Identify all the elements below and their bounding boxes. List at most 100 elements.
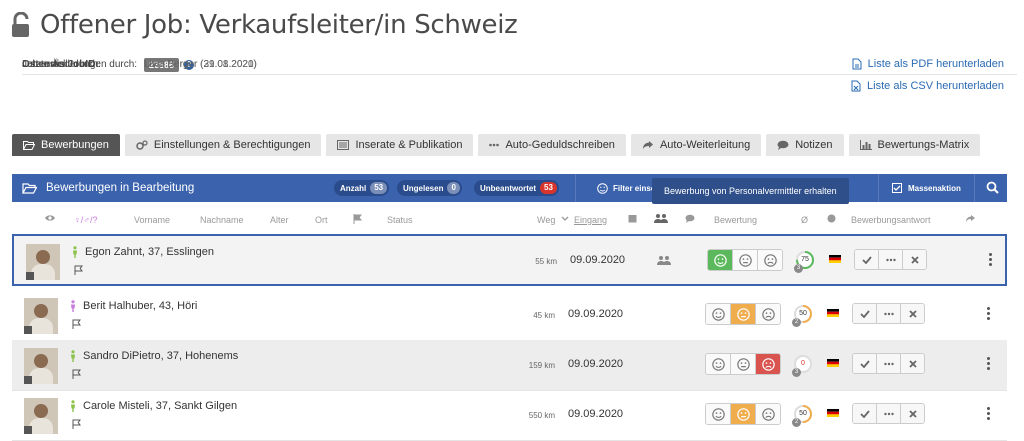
rating-buttons	[705, 403, 781, 425]
male-icon	[71, 400, 75, 412]
col-answer[interactable]: Bewerbungsantwort	[851, 215, 931, 225]
document-icon[interactable]	[24, 426, 32, 434]
ellipsis-icon	[489, 143, 500, 147]
rating-bad-button[interactable]	[756, 304, 780, 324]
tab-auto-weiterleitung[interactable]: Auto-Weiterleitung	[630, 134, 762, 156]
comment-icon[interactable]	[685, 214, 695, 225]
rating-good-button[interactable]	[706, 354, 731, 374]
tab-notizen[interactable]: Notizen	[766, 134, 844, 156]
col-received[interactable]: Eingang	[574, 215, 607, 225]
flag-icon[interactable]	[72, 369, 82, 379]
distance: 550 km	[528, 411, 555, 420]
reject-button[interactable]	[901, 354, 924, 373]
applicant-name[interactable]: Egon Zahnt, 37, Esslingen	[72, 246, 214, 258]
rating-neutral-button[interactable]	[731, 404, 756, 424]
total-count-badge[interactable]: Anzahl 53	[334, 180, 390, 196]
reject-button[interactable]	[901, 304, 924, 323]
rating-count: 3	[794, 264, 803, 273]
share-icon[interactable]	[965, 214, 976, 225]
flag-icon[interactable]	[353, 214, 363, 226]
tab-auto-geduldschreiben[interactable]: Auto-Geduldschreiben	[478, 134, 626, 156]
chevron-down-icon[interactable]	[561, 214, 569, 224]
group-icon[interactable]	[654, 213, 668, 225]
col-place[interactable]: Ort	[315, 215, 328, 225]
accept-button[interactable]	[853, 354, 877, 373]
flag-icon[interactable]	[72, 419, 82, 429]
avatar[interactable]	[24, 298, 58, 334]
score-value: 50	[799, 310, 807, 317]
more-button[interactable]	[877, 404, 901, 423]
column-header: ♀/♂/? Vorname Nachname Alter Ort Status …	[12, 206, 1007, 232]
download-csv-link[interactable]: Liste als CSV herunterladen	[851, 80, 1004, 92]
calendar-icon[interactable]	[628, 214, 637, 225]
rating-bad-button[interactable]	[756, 404, 780, 424]
tab-bewertungs-matrix[interactable]: Bewertungs-Matrix	[848, 134, 981, 156]
row-menu-icon[interactable]	[987, 357, 991, 372]
col-lastname[interactable]: Nachname	[200, 215, 244, 225]
search-icon[interactable]	[986, 181, 999, 194]
accept-button[interactable]	[855, 250, 879, 269]
rating-neutral-button[interactable]	[731, 304, 756, 324]
rating-good-button[interactable]	[706, 304, 731, 324]
rating-bad-button[interactable]	[756, 354, 780, 374]
tab-einstellungen[interactable]: Einstellungen & Berechtigungen	[124, 134, 322, 156]
unread-count-badge[interactable]: Ungelesen 0	[397, 180, 462, 196]
globe-icon[interactable]	[827, 214, 836, 225]
accept-button[interactable]	[853, 404, 877, 423]
filter-button[interactable]: Filter einsch	[597, 174, 660, 202]
flag-icon[interactable]	[72, 319, 82, 329]
col-status[interactable]: Status	[387, 215, 413, 225]
col-age[interactable]: Alter	[270, 215, 289, 225]
tab-bewerbungen[interactable]: Bewerbungen	[12, 134, 120, 156]
row-menu-icon[interactable]	[987, 407, 991, 422]
accept-button[interactable]	[853, 304, 877, 323]
flag-de-icon	[827, 359, 839, 367]
col-distance[interactable]: Weg	[537, 215, 555, 225]
avatar[interactable]	[24, 348, 58, 384]
tab-inserate[interactable]: Inserate & Publikation	[326, 134, 474, 156]
lock-open-icon	[10, 11, 32, 38]
share-icon	[642, 141, 653, 149]
rating-good-button[interactable]	[708, 250, 733, 270]
rating-neutral-button[interactable]	[733, 250, 758, 270]
eye-icon[interactable]	[44, 214, 56, 224]
rating-buttons	[705, 353, 781, 375]
reject-button[interactable]	[903, 250, 926, 269]
applicant-name[interactable]: Berit Halhuber, 43, Höri	[70, 300, 197, 312]
download-pdf-link[interactable]: Liste als PDF herunterladen	[852, 58, 1004, 70]
changed-label: Letzte Änderungen durch:	[22, 59, 138, 70]
document-icon[interactable]	[26, 272, 34, 280]
rating-neutral-button[interactable]	[731, 354, 756, 374]
rating-count: 2	[792, 318, 801, 327]
male-icon	[73, 246, 77, 258]
more-button[interactable]	[879, 250, 903, 269]
applicant-name[interactable]: Carole Misteli, 37, Sankt Gilgen	[70, 400, 237, 412]
col-gender[interactable]: ♀/♂/?	[74, 215, 98, 225]
table-row[interactable]: Carole Misteli, 37, Sankt Gilgen 550 km 09…	[12, 390, 1007, 441]
more-button[interactable]	[877, 354, 901, 373]
rating-good-button[interactable]	[706, 404, 731, 424]
table-row[interactable]: Egon Zahnt, 37, Esslingen 55 km 09.09.2020…	[12, 234, 1007, 286]
table-row[interactable]: Berit Halhuber, 43, Höri 45 km 09.09.2020 5…	[12, 290, 1007, 341]
download-pdf-label: Liste als PDF herunterladen	[867, 58, 1004, 70]
applicant-name[interactable]: Sandro DiPietro, 37, Hohenems	[70, 350, 238, 362]
table-row[interactable]: Sandro DiPietro, 37, Hohenems 159 km 09.09…	[12, 340, 1007, 391]
rating-count: 2	[792, 418, 801, 427]
avatar[interactable]	[26, 244, 60, 280]
tab-label: Bewerbungen	[41, 139, 109, 151]
document-icon[interactable]	[24, 376, 32, 384]
flag-icon[interactable]	[74, 265, 84, 275]
col-rating[interactable]: Bewertung	[714, 215, 757, 225]
document-icon[interactable]	[24, 326, 32, 334]
more-button[interactable]	[877, 304, 901, 323]
mass-action-button[interactable]: Massenaktion	[892, 174, 961, 202]
col-firstname[interactable]: Vorname	[134, 215, 170, 225]
row-menu-icon[interactable]	[989, 253, 993, 268]
row-menu-icon[interactable]	[987, 307, 991, 322]
col-average[interactable]: Ø	[801, 215, 808, 225]
tab-label: Inserate & Publikation	[355, 139, 463, 151]
received-date: 09.09.2020	[568, 408, 624, 420]
rating-bad-button[interactable]	[758, 250, 782, 270]
unanswered-count-badge[interactable]: Unbeantwortet 53	[474, 180, 559, 196]
reject-button[interactable]	[901, 404, 924, 423]
